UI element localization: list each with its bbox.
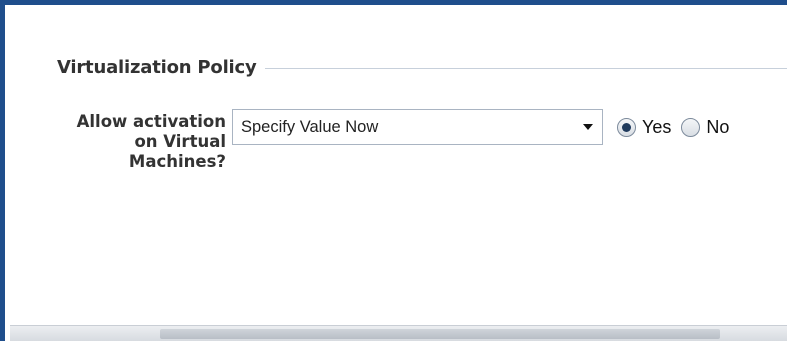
section-divider (264, 67, 787, 69)
radio-label-no[interactable]: No (706, 117, 729, 138)
horizontal-scrollbar[interactable] (10, 325, 787, 341)
radio-selected-dot (622, 122, 631, 132)
radio-label-yes[interactable]: Yes (642, 117, 671, 138)
radio-option-no[interactable]: No (681, 117, 729, 138)
yes-no-radio-group: Yes No (617, 114, 739, 140)
window-frame: Virtualization Policy Allow activation o… (0, 0, 787, 341)
activation-policy-select[interactable]: Specify Value Now (232, 109, 603, 145)
radio-button-no[interactable] (681, 117, 701, 137)
select-value: Specify Value Now (241, 117, 379, 136)
field-label: Allow activation on Virtual Machines? (76, 112, 226, 171)
section-header: Virtualization Policy (57, 55, 787, 79)
section-title: Virtualization Policy (57, 56, 257, 78)
scrollbar-thumb[interactable] (160, 329, 720, 339)
radio-option-yes[interactable]: Yes (617, 117, 671, 138)
dropdown-arrow-icon[interactable] (574, 123, 602, 131)
radio-button-yes[interactable] (617, 117, 636, 137)
